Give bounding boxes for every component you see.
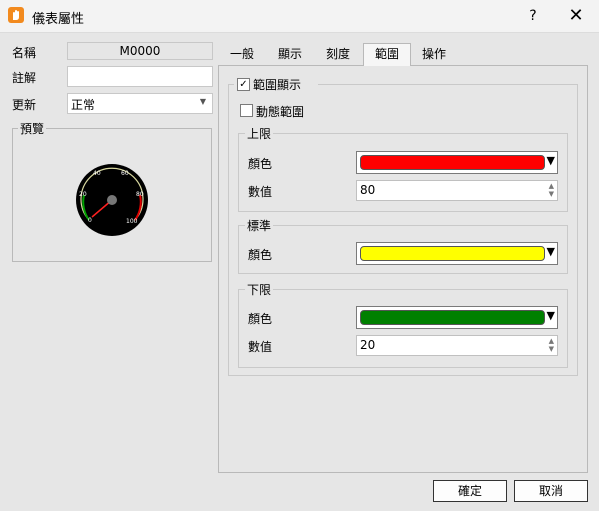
- upper-limit-title: 上限: [245, 125, 274, 142]
- update-label: 更新: [12, 98, 37, 112]
- lower-color-swatch: [360, 310, 545, 325]
- upper-color-label: 顏色: [248, 157, 273, 171]
- upper-color-swatch: [360, 155, 545, 170]
- show-range-label: 範圍顯示: [253, 78, 302, 92]
- name-label: 名稱: [12, 46, 37, 60]
- hand-icon: [8, 7, 24, 23]
- preview-label: 預覽: [18, 120, 47, 137]
- upper-color-picker[interactable]: ▼: [356, 151, 558, 174]
- gauge-tick-label: 40: [93, 170, 101, 177]
- standard-color-swatch: [360, 246, 545, 261]
- tab-display[interactable]: 顯示: [272, 43, 308, 65]
- tab-range[interactable]: 範圍: [363, 43, 411, 65]
- lower-limit-title: 下限: [245, 281, 274, 298]
- gauge-tick-label: 80: [136, 191, 144, 198]
- lower-value-spinner[interactable]: 20 ▲ ▼: [356, 335, 558, 356]
- name-field: M0000: [67, 42, 213, 60]
- preview-group: 0 20 40 60 80 100: [12, 128, 212, 262]
- upper-value-label: 數值: [248, 185, 273, 199]
- spin-up-icon[interactable]: ▲: [549, 337, 554, 345]
- chevron-down-icon: ▼: [199, 97, 206, 106]
- update-select-value: 正常: [71, 98, 96, 112]
- lower-value: 20: [360, 338, 376, 352]
- title-bar: 儀表屬性 ? ✕: [0, 0, 599, 33]
- gauge-tick-label: 0: [88, 217, 92, 224]
- cancel-button[interactable]: 取消: [514, 480, 588, 502]
- chevron-down-icon: ▼: [546, 245, 555, 258]
- dynamic-range-checkbox[interactable]: [240, 104, 253, 117]
- lower-color-label: 顏色: [248, 312, 273, 326]
- chevron-down-icon: ▼: [546, 154, 555, 167]
- ok-button[interactable]: 確定: [433, 480, 507, 502]
- window-title: 儀表屬性: [32, 12, 85, 27]
- gauge-tick-label: 100: [126, 218, 138, 225]
- gauge-tick-label: 20: [79, 191, 87, 198]
- update-select[interactable]: 正常 ▼: [67, 93, 213, 114]
- spin-down-icon[interactable]: ▼: [549, 345, 554, 353]
- chevron-down-icon: ▼: [546, 309, 555, 322]
- lower-color-picker[interactable]: ▼: [356, 306, 558, 329]
- tab-action[interactable]: 操作: [414, 43, 454, 65]
- tab-general[interactable]: 一般: [224, 43, 260, 65]
- lower-value-label: 數值: [248, 340, 273, 354]
- comment-label: 註解: [12, 71, 37, 85]
- help-button[interactable]: ?: [521, 4, 545, 28]
- comment-input[interactable]: [67, 66, 213, 87]
- upper-value-spinner[interactable]: 80 ▲ ▼: [356, 180, 558, 201]
- gauge-tick-label: 60: [121, 170, 129, 177]
- spin-down-icon[interactable]: ▼: [549, 190, 554, 198]
- upper-value: 80: [360, 183, 376, 197]
- tab-scale[interactable]: 刻度: [318, 43, 358, 65]
- standard-color-picker[interactable]: ▼: [356, 242, 558, 265]
- show-range-checkbox[interactable]: ✓: [237, 78, 250, 91]
- gauge-preview: 0 20 40 60 80 100: [76, 164, 148, 236]
- spin-up-icon[interactable]: ▲: [549, 182, 554, 190]
- dynamic-range-label: 動態範圍: [256, 105, 305, 119]
- standard-title: 標準: [245, 217, 274, 234]
- standard-color-label: 顏色: [248, 248, 273, 262]
- close-icon[interactable]: ✕: [563, 4, 589, 28]
